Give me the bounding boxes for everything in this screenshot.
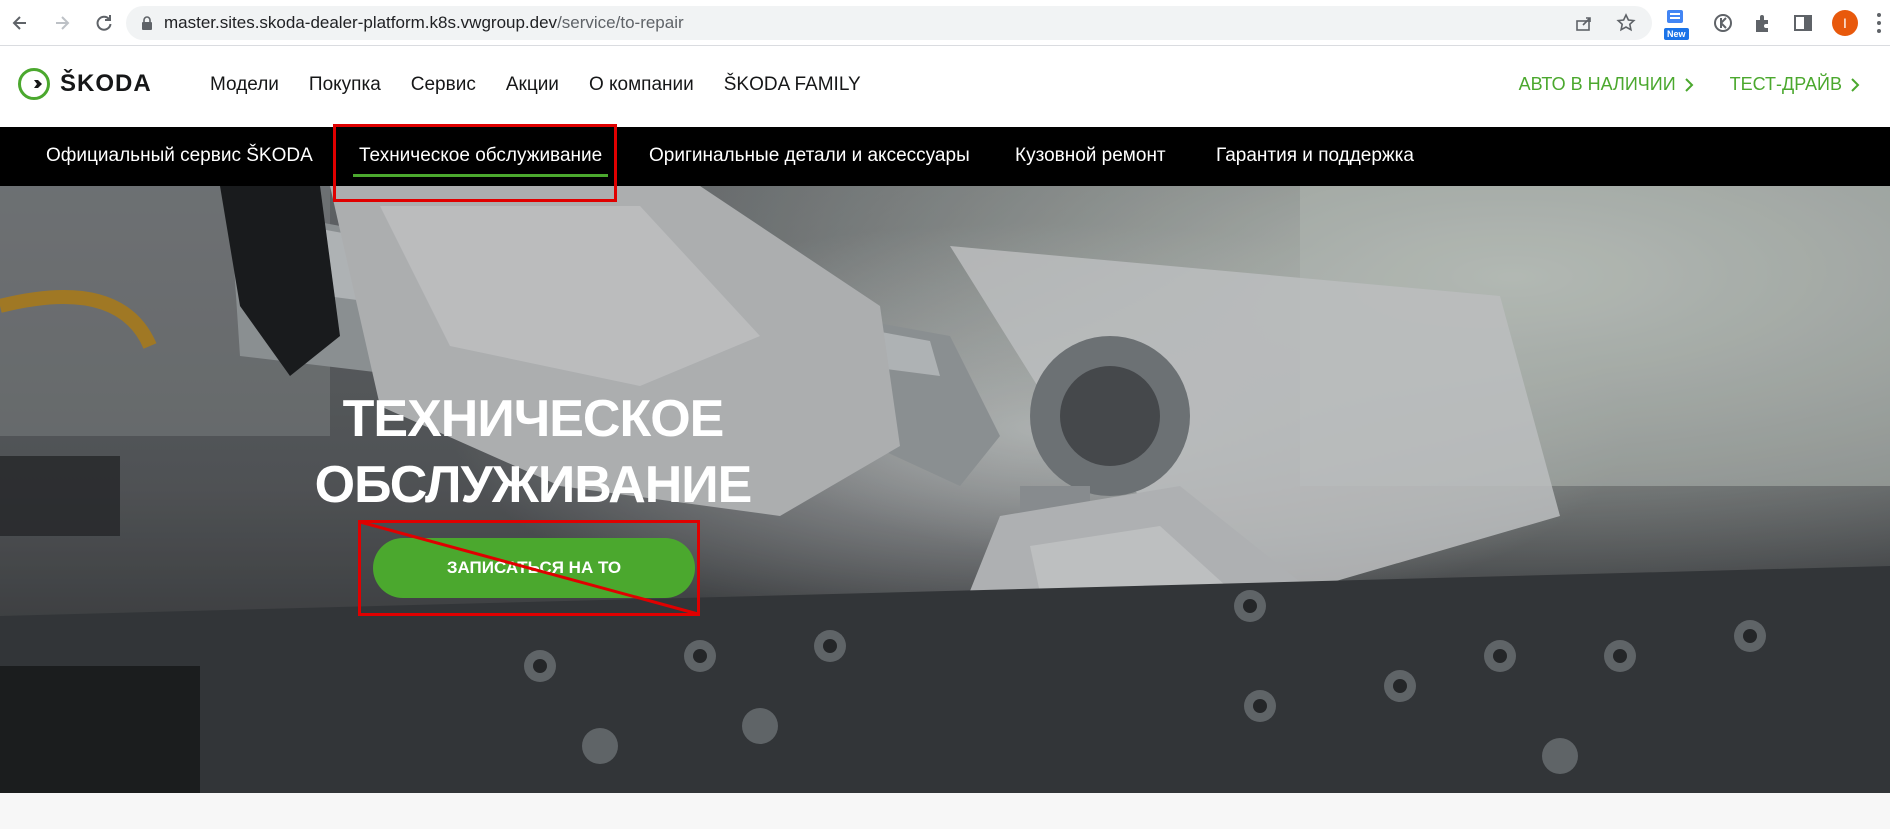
nav-item-offers[interactable]: Акции: [506, 74, 559, 96]
skoda-arrow-icon: [18, 68, 50, 100]
sub-nav-warranty-support[interactable]: Гарантия и поддержка: [1216, 145, 1414, 167]
nav-item-models[interactable]: Модели: [210, 74, 279, 96]
extension-new-icon[interactable]: New: [1664, 8, 1694, 40]
browser-menu-icon[interactable]: [1876, 13, 1882, 33]
logo-text: ŠKODA: [60, 70, 152, 97]
annotation-box-book-button: [358, 520, 700, 616]
service-sub-nav: Официальный сервис ŠKODA Техническое обс…: [0, 127, 1890, 186]
address-bar[interactable]: master.sites.skoda-dealer-platform.k8s.v…: [126, 6, 1652, 40]
chevron-right-icon: [1684, 77, 1694, 92]
cta-cars-in-stock-label: АВТО В НАЛИЧИИ: [1518, 74, 1676, 94]
extension-k-icon[interactable]: [1712, 12, 1734, 34]
annotation-box-maintenance-tab: [333, 124, 617, 202]
sub-nav-original-parts[interactable]: Оригинальные детали и аксессуары: [649, 145, 970, 167]
main-nav: Модели Покупка Сервис Акции О компании Š…: [210, 74, 861, 96]
share-icon[interactable]: [1574, 13, 1594, 33]
back-icon[interactable]: [6, 9, 34, 37]
site-header: ŠKODA Модели Покупка Сервис Акции О комп…: [0, 46, 1890, 127]
skoda-logo[interactable]: ŠKODA: [18, 68, 152, 100]
extensions-puzzle-icon[interactable]: [1752, 12, 1774, 34]
sub-nav-body-repair[interactable]: Кузовной ремонт: [1015, 145, 1166, 167]
nav-item-service[interactable]: Сервис: [411, 74, 476, 96]
extension-new-badge: New: [1664, 28, 1689, 40]
hero-title-line2: ОБСЛУЖИВАНИЕ: [314, 456, 753, 514]
header-cta: АВТО В НАЛИЧИИ ТЕСТ-ДРАЙВ: [1519, 74, 1860, 95]
nav-item-skoda-family[interactable]: ŠKODA FAMILY: [724, 74, 861, 96]
profile-avatar[interactable]: I: [1832, 10, 1858, 36]
url-text: master.sites.skoda-dealer-platform.k8s.v…: [164, 13, 684, 33]
reload-icon[interactable]: [90, 9, 118, 37]
browser-toolbar: master.sites.skoda-dealer-platform.k8s.v…: [0, 0, 1890, 46]
hero-banner: ТЕХНИЧЕСКОЕ ОБСЛУЖИВАНИЕ ЗАПИСАТЬСЯ НА Т…: [0, 186, 1890, 793]
side-panel-icon[interactable]: [1792, 12, 1814, 34]
nav-item-about[interactable]: О компании: [589, 74, 694, 96]
forward-icon[interactable]: [48, 9, 76, 37]
cta-test-drive[interactable]: ТЕСТ-ДРАЙВ: [1730, 74, 1860, 95]
hero-title: ТЕХНИЧЕСКОЕ ОБСЛУЖИВАНИЕ: [298, 386, 768, 518]
url-host: master.sites.skoda-dealer-platform.k8s.v…: [164, 13, 558, 32]
cta-test-drive-label: ТЕСТ-ДРАЙВ: [1729, 74, 1842, 94]
page-content-start: [0, 793, 1890, 829]
cta-cars-in-stock[interactable]: АВТО В НАЛИЧИИ: [1519, 74, 1694, 95]
nav-item-purchase[interactable]: Покупка: [309, 74, 381, 96]
hero-title-line1: ТЕХНИЧЕСКОЕ: [342, 390, 725, 448]
sub-nav-official-service[interactable]: Официальный сервис ŠKODA: [46, 145, 313, 167]
lock-icon: [142, 16, 152, 30]
url-path: /service/to-repair: [557, 13, 684, 32]
chevron-right-icon: [1851, 77, 1860, 92]
hero-background-image: [0, 186, 1890, 793]
bookmark-star-icon[interactable]: [1616, 13, 1636, 33]
